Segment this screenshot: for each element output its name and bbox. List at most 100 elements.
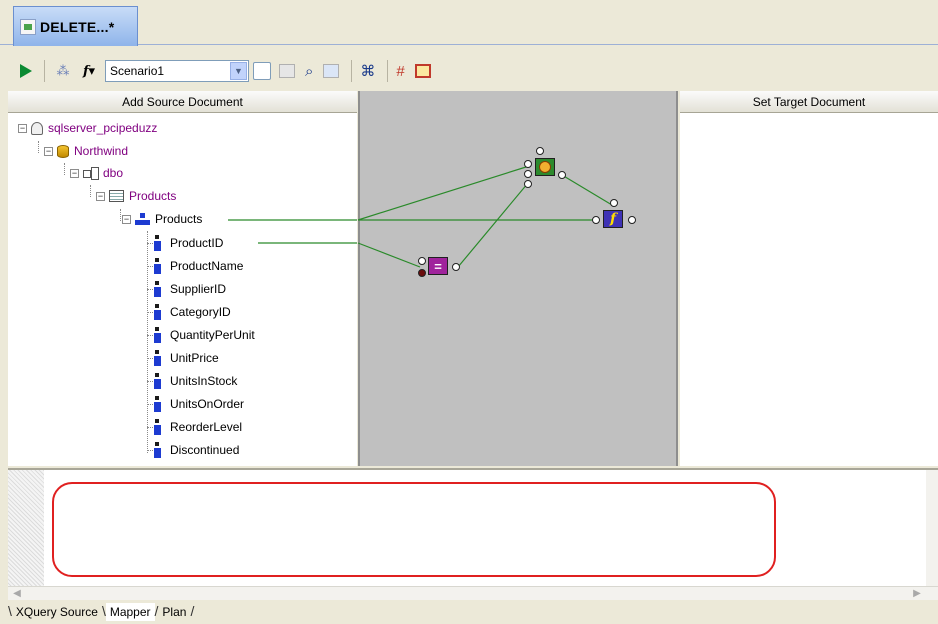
field-icon <box>154 258 161 274</box>
target-header[interactable]: Set Target Document <box>680 91 938 113</box>
tree-item-field[interactable]: UnitPrice <box>154 349 219 367</box>
view-tabs: \ XQuery Source \ Mapper / Plan / <box>8 603 938 624</box>
play-icon <box>20 64 32 78</box>
field-icon <box>154 281 161 297</box>
field-icon <box>154 327 161 343</box>
tree-item-field[interactable]: QuantityPerUnit <box>154 326 255 344</box>
chevron-down-icon[interactable]: ▼ <box>230 62 247 80</box>
target-header-label: Set Target Document <box>752 94 866 109</box>
tree-item-field[interactable]: UnitsOnOrder <box>154 395 244 413</box>
function-node[interactable]: f <box>603 210 623 228</box>
equals-symbol: = <box>434 258 442 274</box>
field-label: UnitsOnOrder <box>170 397 245 411</box>
field-icon <box>154 235 161 251</box>
toolbar: ⁂ f▾ Scenario1 ▼ ⌕ ⌘ # <box>0 52 938 90</box>
tree-item-table[interactable]: − Products <box>96 187 176 205</box>
disabled-layout-icon <box>323 64 340 78</box>
field-icon <box>154 442 161 458</box>
tree-item-field[interactable]: ProductID <box>154 234 223 252</box>
tree-item-server[interactable]: − sqlserver_pcipeduzz <box>18 119 157 137</box>
schema-label: dbo <box>103 166 124 180</box>
field-icon <box>154 373 161 389</box>
filter-node[interactable] <box>535 158 555 176</box>
horizontal-scrollbar[interactable]: ◀ ▶ <box>8 586 938 600</box>
run-button[interactable] <box>16 60 36 82</box>
source-header-label: Add Source Document <box>122 94 243 109</box>
tree-item-element[interactable]: − Products <box>122 210 202 228</box>
xquery-file-icon <box>20 18 36 35</box>
collapse-icon[interactable]: − <box>122 214 131 224</box>
scenario-settings-button[interactable] <box>253 62 271 80</box>
tree-item-field[interactable]: UnitsInStock <box>154 372 237 390</box>
tree-item-database[interactable]: − Northwind <box>44 142 128 160</box>
tab-xquery-source[interactable]: XQuery Source <box>12 603 102 621</box>
output-panel[interactable]: ◀ ▶ <box>8 468 938 600</box>
field-label: UnitPrice <box>170 351 219 365</box>
function-button[interactable]: f▾ <box>79 60 99 82</box>
field-label: Discontinued <box>170 443 240 457</box>
tree-item-field[interactable]: CategoryID <box>154 303 231 321</box>
links-button[interactable]: ⁂ <box>53 60 73 82</box>
tree-item-field[interactable]: ReorderLevel <box>154 418 242 436</box>
server-label: sqlserver_pcipeduzz <box>48 121 158 135</box>
toolbar-separator <box>351 60 353 82</box>
tab-plan[interactable]: Plan <box>158 603 190 621</box>
document-tab[interactable]: DELETE...* <box>13 6 138 46</box>
find-icon[interactable]: ⌕ <box>305 63 313 80</box>
field-icon <box>154 396 161 412</box>
function-symbol: f <box>609 211 617 227</box>
database-icon <box>57 144 69 158</box>
database-label: Northwind <box>74 144 129 158</box>
field-icon <box>154 304 161 320</box>
grid-icon[interactable]: # <box>396 63 404 80</box>
scroll-right-icon[interactable]: ▶ <box>910 588 924 600</box>
collapse-icon[interactable]: − <box>18 123 27 133</box>
source-tree-pane: − sqlserver_pcipeduzz − Northwind − dbo … <box>8 113 357 466</box>
frame-icon[interactable] <box>414 64 431 78</box>
collapse-icon[interactable]: − <box>70 168 79 178</box>
field-icon <box>154 419 161 435</box>
function-icon: f▾ <box>82 63 96 79</box>
tab-strip-baseline <box>0 44 938 45</box>
tab-mapper[interactable]: Mapper <box>105 603 155 621</box>
document-tab-label: DELETE...* <box>40 18 115 35</box>
field-label: CategoryID <box>170 305 231 319</box>
field-icon <box>154 350 161 366</box>
panel-margin <box>8 470 44 588</box>
collapse-icon[interactable]: − <box>44 146 53 156</box>
element-icon <box>135 213 150 225</box>
source-header[interactable]: Add Source Document <box>8 91 357 113</box>
element-label: Products <box>155 212 203 226</box>
field-label: ProductName <box>170 259 244 273</box>
scenario-select[interactable]: Scenario1 ▼ <box>105 60 249 82</box>
mapper-canvas[interactable] <box>358 91 678 466</box>
links-icon: ⁂ <box>56 63 70 78</box>
table-label: Products <box>129 189 177 203</box>
tree-item-schema[interactable]: − dbo <box>70 164 123 182</box>
collapse-icon[interactable]: − <box>96 191 105 201</box>
collapse-icon[interactable]: ⌘ <box>360 62 375 80</box>
equals-node[interactable]: = <box>428 257 448 275</box>
highlight-oval <box>52 482 776 577</box>
document-tab-strip: DELETE...* <box>0 0 938 52</box>
tree-item-field[interactable]: Discontinued <box>154 441 239 459</box>
tree-item-field[interactable]: SupplierID <box>154 280 226 298</box>
table-icon <box>109 190 124 202</box>
field-label: UnitsInStock <box>170 374 238 388</box>
field-label: QuantityPerUnit <box>170 328 255 342</box>
tree-item-field[interactable]: ProductName <box>154 257 243 275</box>
field-label: ReorderLevel <box>170 420 243 434</box>
toolbar-separator <box>44 60 45 82</box>
tab-label: XQuery Source <box>15 605 98 619</box>
vertical-scrollbar[interactable] <box>926 470 938 588</box>
schema-icon <box>83 167 99 180</box>
scenario-value: Scenario1 <box>110 64 165 78</box>
tab-label: Mapper <box>109 605 151 619</box>
field-label: ProductID <box>170 236 224 250</box>
scroll-left-icon[interactable]: ◀ <box>10 588 24 600</box>
field-label: SupplierID <box>170 282 227 296</box>
target-pane[interactable] <box>680 113 938 466</box>
toolbar-separator <box>387 60 389 82</box>
tab-label: Plan <box>162 605 187 619</box>
server-icon <box>31 121 43 135</box>
